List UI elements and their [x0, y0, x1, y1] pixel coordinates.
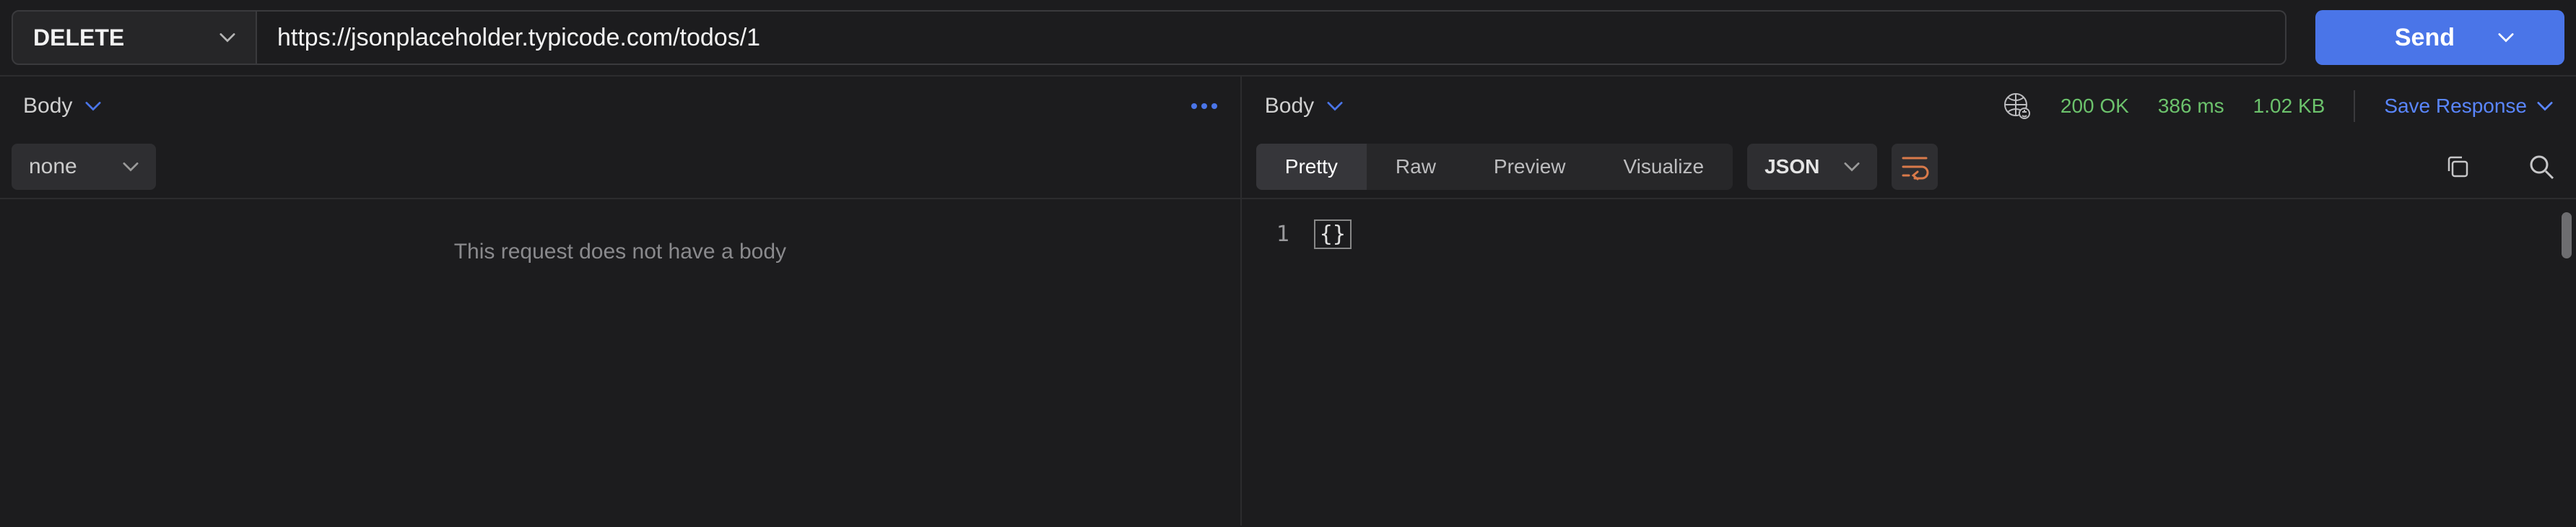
chevron-down-icon [2537, 101, 2553, 111]
view-tab-preview-label: Preview [1494, 155, 1566, 178]
response-size: 1.02 KB [2253, 95, 2325, 118]
divider [2354, 90, 2355, 122]
response-body: 1 {} [1242, 199, 2576, 526]
response-format-select[interactable]: JSON [1747, 144, 1877, 190]
request-tab-header: Body [0, 77, 1240, 136]
chevron-down-icon [1327, 101, 1343, 111]
request-body-type-row: none [0, 136, 1240, 199]
view-tab-visualize-label: Visualize [1624, 155, 1705, 178]
wrap-lines-icon [1900, 152, 1929, 181]
request-url-text: https://jsonplaceholder.typicode.com/tod… [277, 24, 760, 52]
search-icon [2528, 153, 2555, 180]
response-time: 386 ms [2158, 95, 2224, 118]
copy-icon [2445, 154, 2471, 180]
request-body-type-label: none [29, 154, 77, 179]
chevron-down-icon [123, 162, 139, 172]
wrap-lines-button[interactable] [1892, 144, 1938, 190]
response-format-label: JSON [1765, 155, 1819, 178]
request-body-type-select[interactable]: none [12, 144, 156, 190]
response-tab-header: Body 200 OK 386 ms 1.02 KB Save Response [1242, 77, 2576, 136]
request-url-input[interactable]: https://jsonplaceholder.typicode.com/tod… [257, 10, 2286, 65]
main-split: Body none This request does not have a b… [0, 75, 2576, 526]
send-button[interactable]: Send [2315, 10, 2564, 65]
chevron-down-icon [2498, 32, 2514, 43]
copy-response-button[interactable] [2437, 147, 2478, 187]
request-body-tab-label: Body [23, 94, 72, 118]
more-icon[interactable] [1191, 103, 1217, 109]
chevron-down-icon [1844, 162, 1860, 172]
view-tab-pretty-label: Pretty [1285, 155, 1338, 178]
http-method-label: DELETE [33, 25, 124, 51]
http-method-select[interactable]: DELETE [12, 10, 257, 65]
response-status-code: 200 OK [2061, 95, 2129, 118]
request-no-body-message: This request does not have a body [0, 199, 1240, 526]
request-bar: DELETE https://jsonplaceholder.typicode.… [0, 0, 2576, 75]
view-tab-preview[interactable]: Preview [1465, 144, 1595, 190]
request-body-tab[interactable]: Body [23, 94, 101, 118]
response-body-tab[interactable]: Body [1265, 94, 1343, 118]
chevron-down-icon [85, 101, 101, 111]
response-body-tab-label: Body [1265, 94, 1314, 118]
line-number: 1 [1242, 217, 1289, 253]
search-response-button[interactable] [2521, 147, 2562, 187]
scrollbar-thumb[interactable] [2562, 212, 2572, 258]
request-pane: Body none This request does not have a b… [0, 77, 1242, 526]
response-toolbar: Pretty Raw Preview Visualize JSON [1242, 136, 2576, 199]
view-tab-raw-label: Raw [1396, 155, 1436, 178]
chevron-down-icon [219, 32, 235, 43]
view-tab-raw[interactable]: Raw [1367, 144, 1465, 190]
response-body-text: {} [1314, 219, 1352, 249]
view-tab-visualize[interactable]: Visualize [1595, 144, 1733, 190]
view-tab-pretty[interactable]: Pretty [1256, 144, 1367, 190]
network-globe-icon[interactable] [2003, 92, 2032, 121]
response-body-code[interactable]: {} [1314, 217, 1352, 526]
line-gutter: 1 [1242, 217, 1314, 526]
response-pane: Body 200 OK 386 ms 1.02 KB Save Response… [1242, 77, 2576, 526]
save-response-label: Save Response [2384, 95, 2527, 118]
save-response-button[interactable]: Save Response [2384, 95, 2553, 118]
response-view-tabs: Pretty Raw Preview Visualize [1256, 144, 1733, 190]
send-button-label: Send [2395, 24, 2455, 52]
